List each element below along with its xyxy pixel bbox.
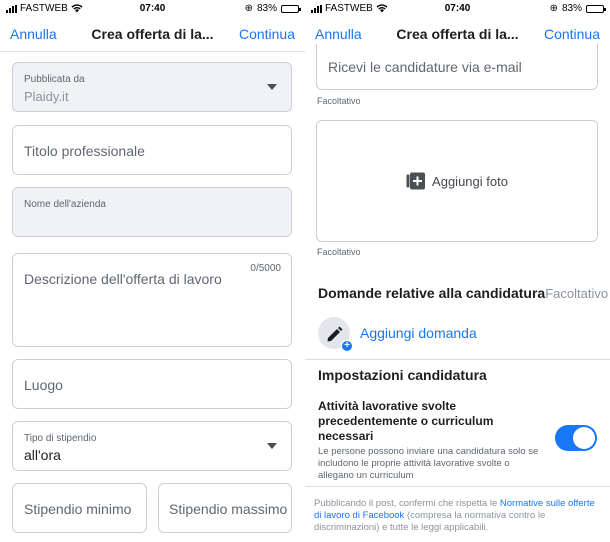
min-salary-input[interactable]: Stipendio minimo xyxy=(12,483,147,533)
divider xyxy=(305,359,610,360)
questions-optional-hint: Facoltativo xyxy=(545,286,609,301)
right-screen: FASTWEB 07:40 ⊕ 83% Annulla Crea offerta… xyxy=(305,0,610,542)
require-experience-title: Attività lavorative svolte precedentemen… xyxy=(318,399,494,443)
email-optional-hint: Facoltativo xyxy=(317,96,361,106)
battery-percent: 83% xyxy=(256,3,277,14)
footer-notice: Pubblicando il post, confermi che rispet… xyxy=(314,498,600,534)
published-by-label: Pubblicata da xyxy=(24,74,85,85)
photo-optional-hint: Facoltativo xyxy=(317,247,361,257)
add-question-button[interactable]: + Aggiungi domanda xyxy=(318,316,477,352)
chevron-down-icon xyxy=(267,443,277,449)
battery-icon xyxy=(586,4,606,13)
pay-type-select[interactable]: Tipo di stipendio all'ora xyxy=(12,421,292,471)
published-by-select[interactable]: Pubblicata da Plaidy.it xyxy=(12,62,292,112)
add-photo-label: Aggiungi foto xyxy=(432,173,508,189)
add-question-label: Aggiungi domanda xyxy=(360,325,477,341)
plus-badge-icon: + xyxy=(341,340,353,352)
continue-button[interactable]: Continua xyxy=(239,26,295,42)
status-bar: FASTWEB 07:40 ⊕ 83% xyxy=(305,0,610,18)
questions-title: Domande relative alla candidatura xyxy=(318,285,546,301)
continue-button[interactable]: Continua xyxy=(544,26,600,42)
divider xyxy=(305,486,610,487)
published-by-value: Plaidy.it xyxy=(24,89,69,104)
toggle-knob xyxy=(573,427,595,449)
email-input[interactable]: Ricevi le candidature via e-mail xyxy=(316,44,598,90)
description-counter: 0/5000 xyxy=(250,263,281,274)
chevron-down-icon xyxy=(267,84,277,90)
min-salary-placeholder: Stipendio minimo xyxy=(24,501,132,517)
location-input[interactable]: Luogo xyxy=(12,359,292,409)
description-placeholder: Descrizione dell'offerta di lavoro xyxy=(24,271,222,287)
max-salary-input[interactable]: Stipendio massimo xyxy=(158,483,292,533)
left-screen: FASTWEB 07:40 ⊕ 83% Annulla Crea offerta… xyxy=(0,0,305,542)
pay-type-value: all'ora xyxy=(24,447,61,463)
description-textarea[interactable]: Descrizione dell'offerta di lavoro 0/500… xyxy=(12,253,292,347)
company-name-label: Nome dell'azienda xyxy=(24,199,106,210)
nav-bar: Annulla Crea offerta di la... Continua xyxy=(0,18,305,52)
battery-percent: 83% xyxy=(561,3,582,14)
pay-type-label: Tipo di stipendio xyxy=(24,433,97,444)
status-bar: FASTWEB 07:40 ⊕ 83% xyxy=(0,0,305,18)
add-photo-icon xyxy=(406,172,426,190)
location-placeholder: Luogo xyxy=(24,377,63,393)
questions-header: Domande relative alla candidaturaFacolta… xyxy=(318,285,608,301)
settings-title: Impostazioni candidatura xyxy=(318,367,487,383)
rotation-lock-icon: ⊕ xyxy=(244,3,253,14)
require-experience-toggle[interactable] xyxy=(555,425,597,451)
pencil-icon: + xyxy=(318,317,353,352)
job-title-placeholder: Titolo professionale xyxy=(24,143,145,159)
require-experience-desc: Le persone possono inviare una candidatu… xyxy=(318,446,539,481)
max-salary-placeholder: Stipendio massimo xyxy=(169,501,288,517)
battery-icon xyxy=(281,4,301,13)
rotation-lock-icon: ⊕ xyxy=(549,3,558,14)
email-placeholder: Ricevi le candidature via e-mail xyxy=(328,59,522,75)
company-name-field[interactable]: Nome dell'azienda xyxy=(12,187,292,237)
footer-text: Pubblicando il post, confermi che rispet… xyxy=(314,498,500,509)
job-title-input[interactable]: Titolo professionale xyxy=(12,125,292,175)
add-photo-button[interactable]: Aggiungi foto xyxy=(316,120,598,242)
